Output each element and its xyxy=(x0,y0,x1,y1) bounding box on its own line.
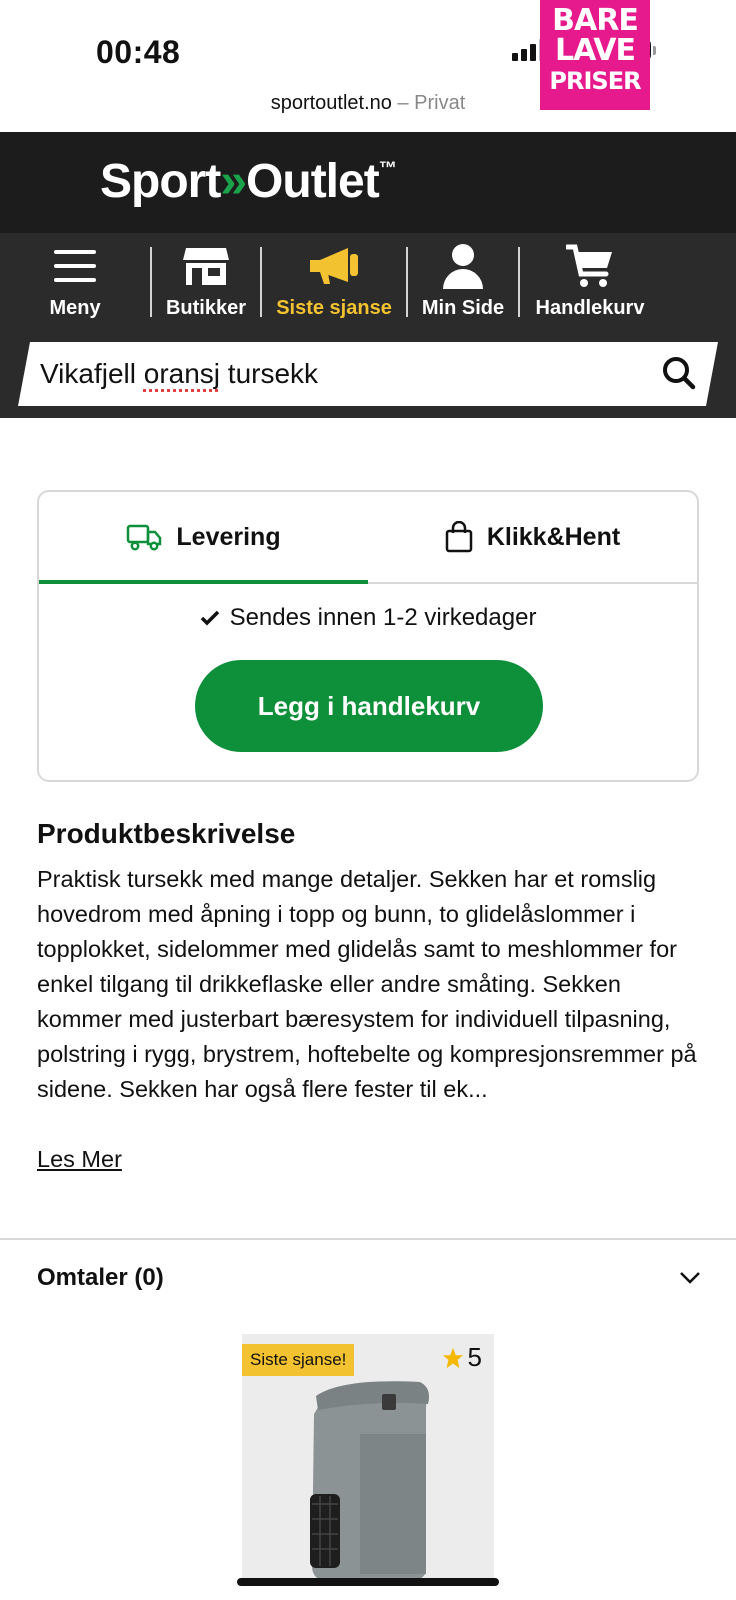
reviews-accordion[interactable]: Omtaler (0) xyxy=(37,1258,701,1298)
tab-click-and-collect[interactable]: Klikk&Hent xyxy=(368,492,697,582)
megaphone-icon xyxy=(308,243,360,289)
user-icon xyxy=(441,243,485,289)
cart-icon xyxy=(566,243,614,289)
search-query: Vikafjell oransj tursekk xyxy=(40,358,319,389)
main-nav: Meny Butikker Siste sjanse Min Side Hand… xyxy=(0,233,736,332)
tab-delivery[interactable]: Levering xyxy=(39,492,368,584)
chevron-down-icon xyxy=(680,1272,700,1284)
site-logo[interactable]: Sport»Outlet™ xyxy=(100,154,397,209)
product-rating: 5 xyxy=(442,1342,482,1373)
star-icon xyxy=(442,1347,463,1368)
nav-menu[interactable]: Meny xyxy=(0,233,150,332)
delivery-tabs: Levering Klikk&Hent xyxy=(39,492,697,584)
nav-my-page-label: Min Side xyxy=(421,297,505,319)
reviews-title: Omtaler (0) xyxy=(37,1264,164,1291)
site-header: Sport»Outlet™ xyxy=(0,132,736,233)
status-time: 00:48 xyxy=(96,34,181,70)
read-more-link[interactable]: Les Mer xyxy=(37,1146,122,1173)
search-bar: Vikafjell oransj tursekk xyxy=(0,332,736,418)
home-indicator xyxy=(237,1578,499,1586)
delivery-box: Levering Klikk&Hent Sendes innen 1-2 vir… xyxy=(37,490,699,782)
search-input[interactable]: Vikafjell oransj tursekk xyxy=(18,342,718,406)
promo-badge[interactable]: BARE LAVE PRISER xyxy=(540,0,650,110)
promo-line-2: LAVE xyxy=(554,33,636,68)
product-card[interactable]: Siste sjanse! 5 xyxy=(242,1334,494,1584)
search-icon[interactable] xyxy=(662,356,696,390)
nav-last-chance[interactable]: Siste sjanse xyxy=(262,233,406,332)
nav-cart[interactable]: Handlekurv xyxy=(520,233,660,332)
backpack-image xyxy=(310,1381,429,1582)
nav-cart-label: Handlekurv xyxy=(535,297,645,319)
add-to-cart-button[interactable]: Legg i handlekurv xyxy=(195,660,543,752)
logo-arrows: » xyxy=(220,155,247,208)
promo-line-1: BARE xyxy=(552,3,639,38)
checkmark-icon xyxy=(200,610,219,626)
description-title: Produktbeskrivelse xyxy=(37,818,296,849)
shipping-status: Sendes innen 1-2 virkedager xyxy=(39,604,697,632)
nav-menu-label: Meny xyxy=(49,297,101,319)
promo-line-3: PRISER xyxy=(549,67,641,95)
tab-click-and-collect-label: Klikk&Hent xyxy=(486,522,621,551)
menu-icon xyxy=(54,243,96,289)
description-text: Praktisk tursekk med mange detaljer. Sek… xyxy=(37,866,697,1102)
logo-trademark: ™ xyxy=(378,158,397,178)
last-chance-badge: Siste sjanse! xyxy=(242,1344,355,1376)
private-label: – Privat xyxy=(397,92,466,114)
nav-my-page[interactable]: Min Side xyxy=(408,233,518,332)
store-icon xyxy=(182,243,230,289)
section-divider xyxy=(0,1238,736,1240)
rating-value: 5 xyxy=(467,1342,482,1372)
tab-delivery-label: Levering xyxy=(176,522,281,551)
nav-stores-label: Butikker xyxy=(165,297,247,319)
logo-sport: Sport xyxy=(100,155,221,208)
truck-icon xyxy=(127,524,162,551)
nav-stores[interactable]: Butikker xyxy=(152,233,260,332)
shopping-bag-icon xyxy=(445,521,473,553)
url-domain: sportoutlet.no xyxy=(270,92,392,114)
nav-last-chance-label: Siste sjanse xyxy=(276,297,392,319)
logo-outlet: Outlet xyxy=(246,155,380,208)
shipping-status-text: Sendes innen 1-2 virkedager xyxy=(229,604,537,631)
